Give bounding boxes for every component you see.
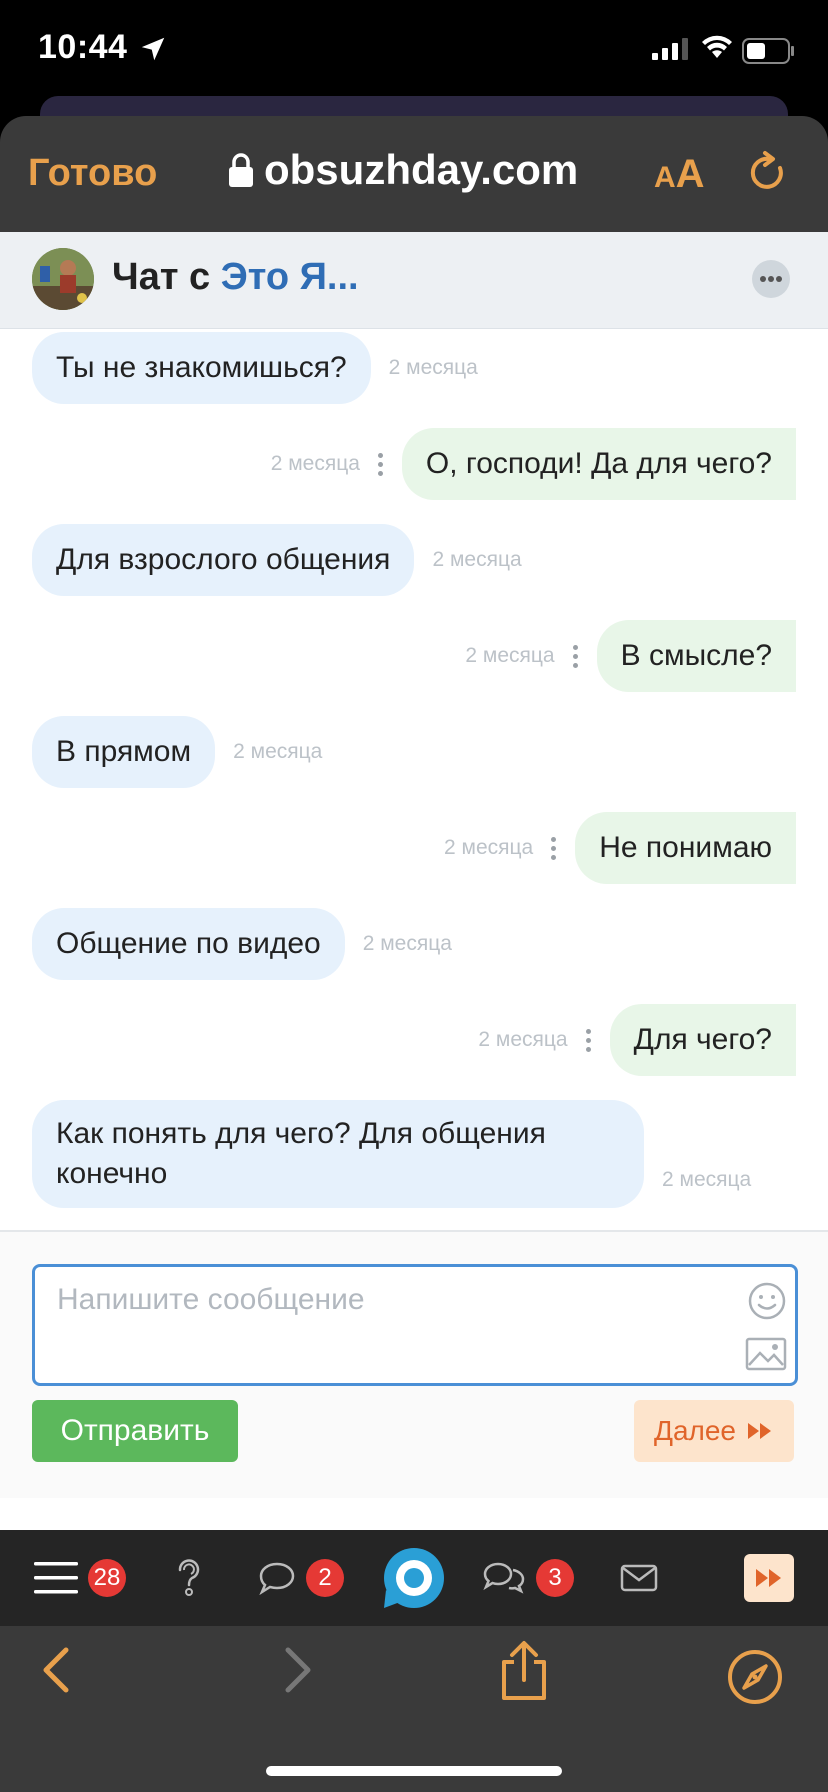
address-bar[interactable]: obsuzhday.com (228, 146, 578, 194)
location-arrow-icon (141, 37, 165, 61)
text-size-big-label: A (675, 152, 705, 196)
next-button[interactable]: Далее (634, 1400, 794, 1462)
message-incoming: Ты не знакомишься? 2 месяца (32, 332, 478, 404)
message-bubble: Общение по видео (32, 908, 345, 980)
envelope-icon (620, 1564, 658, 1592)
message-list: Ты не знакомишься? 2 месяца 2 месяца О, … (0, 328, 828, 1228)
message-incoming: В прямом 2 месяца (32, 716, 322, 788)
compass-icon[interactable] (726, 1648, 784, 1706)
emoji-icon[interactable] (747, 1281, 787, 1321)
share-icon[interactable] (498, 1640, 550, 1702)
discussions-icon (483, 1562, 525, 1594)
message-menu-icon[interactable] (377, 452, 384, 476)
status-time: 10:44 (38, 28, 128, 66)
url-text: obsuzhday.com (264, 146, 579, 193)
status-bar: 10:44 (0, 0, 828, 100)
message-menu-icon[interactable] (551, 836, 557, 860)
browser-bottom-toolbar (0, 1626, 828, 1792)
message-bubble: Ты не знакомишься? (32, 332, 371, 404)
next-button-label: Далее (653, 1415, 737, 1446)
message-time: 2 месяца (233, 740, 323, 763)
fast-forward-icon (756, 1569, 781, 1587)
message-bubble: В прямом (32, 716, 216, 788)
menu-badge: 28 (88, 1559, 126, 1597)
message-input[interactable] (55, 1281, 709, 1365)
message-time: 2 месяца (388, 356, 478, 379)
more-options-button[interactable] (752, 260, 790, 298)
avatar[interactable] (32, 248, 94, 310)
text-size-button[interactable]: AA (654, 152, 705, 197)
chat-partner-name[interactable]: Это Я... (221, 256, 359, 298)
message-bubble: Для чего? (609, 1004, 796, 1076)
messages-button[interactable]: 2 (258, 1530, 344, 1626)
battery-icon (742, 38, 794, 64)
message-time: 2 месяца (432, 548, 522, 571)
message-bubble: Для взрослого общения (32, 524, 415, 596)
done-button[interactable]: Готово (28, 152, 157, 195)
compose-area: Отправить Далее (0, 1230, 828, 1498)
hamburger-menu-icon (34, 1562, 78, 1594)
avatar-photo-icon (32, 248, 94, 310)
message-time: 2 месяца (662, 1168, 752, 1191)
message-bubble: Не понимаю (575, 812, 796, 884)
browser-top-bar: Готово obsuzhday.com AA (0, 116, 828, 232)
send-button[interactable]: Отправить (32, 1400, 238, 1462)
lock-icon (229, 153, 253, 187)
chat-bubble-icon (259, 1562, 295, 1595)
cellular-signal-icon (652, 38, 688, 60)
message-menu-icon[interactable] (585, 1028, 592, 1052)
questions-button[interactable] (174, 1530, 204, 1626)
message-incoming: Как понять для чего? Для общения конечно… (32, 1100, 751, 1208)
menu-button[interactable]: 28 (34, 1530, 126, 1626)
attach-image-icon[interactable] (745, 1337, 787, 1371)
wifi-icon (702, 35, 732, 58)
messages-badge: 2 (306, 1559, 344, 1597)
message-time: 2 месяца (478, 1028, 568, 1051)
message-menu-icon[interactable] (572, 644, 579, 668)
fast-forward-button[interactable] (744, 1554, 794, 1602)
message-bubble: Как понять для чего? Для общения конечно (32, 1100, 644, 1208)
question-icon (178, 1559, 200, 1596)
reload-icon[interactable] (744, 150, 790, 196)
more-dots-icon (760, 276, 782, 282)
text-size-small-label: A (654, 161, 676, 194)
site-logo-icon[interactable] (382, 1546, 446, 1610)
message-outgoing: 2 месяца В смысле? (465, 620, 796, 692)
message-outgoing: 2 месяца Для чего? (478, 1004, 796, 1076)
chat-header: Чат с Это Я... (0, 232, 828, 329)
mail-button[interactable] (620, 1530, 658, 1626)
discussions-badge: 3 (536, 1559, 574, 1597)
message-incoming: Для взрослого общения 2 месяца (32, 524, 522, 596)
discussions-button[interactable]: 3 (482, 1530, 574, 1626)
home-indicator (266, 1766, 562, 1776)
message-bubble: В смысле? (596, 620, 796, 692)
chat-title-prefix: Чат с (112, 256, 211, 298)
site-bottom-nav: 28 2 3 (0, 1530, 828, 1626)
chat-title: Чат с Это Я... (112, 256, 359, 299)
message-time: 2 месяца (444, 836, 534, 859)
message-outgoing: 2 месяца Не понимаю (444, 812, 796, 884)
message-time: 2 месяца (270, 452, 360, 475)
back-icon[interactable] (38, 1642, 78, 1698)
message-input-box (32, 1264, 798, 1386)
message-bubble: О, господи! Да для чего? (401, 428, 796, 500)
message-time: 2 месяца (465, 644, 555, 667)
message-incoming: Общение по видео 2 месяца (32, 908, 452, 980)
fast-forward-icon (748, 1423, 772, 1439)
web-page: Чат с Это Я... Ты не знакомишься? 2 меся… (0, 232, 828, 1530)
message-outgoing: 2 месяца О, господи! Да для чего? (271, 428, 796, 500)
forward-icon[interactable] (276, 1642, 316, 1698)
message-time: 2 месяца (362, 932, 452, 955)
